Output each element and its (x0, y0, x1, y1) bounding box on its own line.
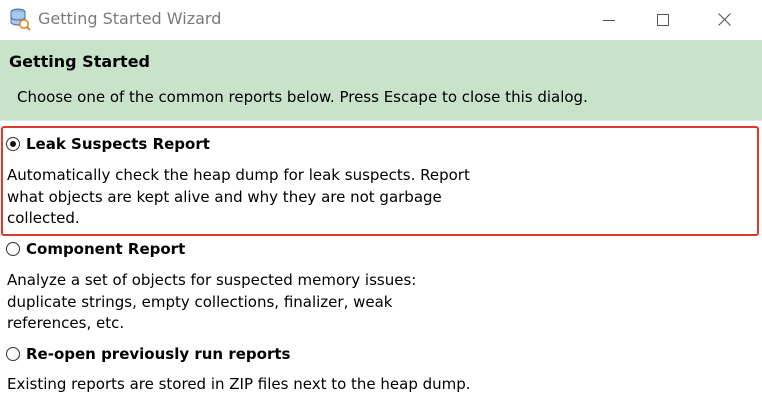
radio-reopen-reports[interactable]: Re-open previously run reports (6, 343, 290, 365)
getting-started-wizard-window: Getting Started Wizard Getting Started C… (0, 0, 762, 410)
option-label: Component Report (26, 240, 186, 258)
description-line: duplicate strings, empty collections, fi… (7, 292, 393, 311)
option-description: Analyze a set of objects for suspected m… (7, 270, 497, 335)
page-title: Getting Started (9, 52, 150, 71)
radio-leak-suspects-report[interactable]: Leak Suspects Report (6, 133, 210, 155)
description-line: Existing reports are stored in ZIP files… (7, 375, 471, 393)
close-icon (717, 11, 731, 30)
radio-button-checked[interactable] (6, 137, 20, 151)
description-line: collected. (7, 209, 80, 227)
option-description: Automatically check the heap dump for le… (7, 165, 497, 230)
wizard-header: Getting Started Choose one of the common… (0, 40, 762, 120)
description-line: Automatically check the heap dump for le… (7, 166, 470, 184)
option-label: Re-open previously run reports (26, 345, 291, 363)
title-bar[interactable]: Getting Started Wizard (0, 0, 762, 40)
description-line: Analyze a set of objects for suspected m… (7, 271, 417, 289)
memory-analyzer-icon (9, 7, 31, 31)
description-line: references, etc. (7, 314, 125, 332)
maximize-icon (657, 11, 669, 30)
close-button[interactable] (701, 0, 747, 40)
option-description: Existing reports are stored in ZIP files… (7, 374, 497, 396)
option-label: Leak Suspects Report (26, 135, 210, 153)
minimize-icon (603, 11, 615, 30)
window-title: Getting Started Wizard (38, 9, 222, 28)
maximize-button[interactable] (640, 0, 686, 40)
description-line: what objects are kept alive and why they… (7, 187, 442, 206)
radio-button[interactable] (6, 347, 20, 361)
radio-component-report[interactable]: Component Report (6, 238, 185, 260)
minimize-button[interactable] (586, 0, 632, 40)
header-divider (0, 120, 762, 121)
page-description: Choose one of the common reports below. … (17, 88, 588, 106)
radio-button[interactable] (6, 242, 20, 256)
